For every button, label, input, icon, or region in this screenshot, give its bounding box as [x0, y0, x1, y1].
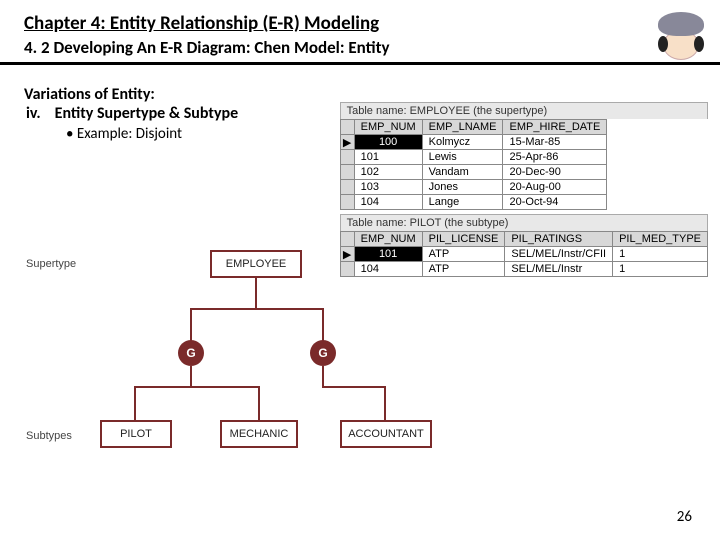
section-title: 4. 2 Developing An E-R Diagram: Chen Mod… — [24, 37, 696, 58]
column-header: EMP_NUM — [354, 120, 422, 135]
list-point: Entity Supertype & Subtype — [55, 104, 239, 123]
column-header: PIL_MED_TYPE — [613, 232, 708, 247]
column-header: EMP_HIRE_DATE — [503, 120, 607, 135]
column-header: PIL_LICENSE — [422, 232, 505, 247]
entity-accountant: ACCOUNTANT — [340, 420, 432, 448]
chapter-title: Chapter 4: Entity Relationship (E-R) Mod… — [24, 12, 696, 35]
page-number: 26 — [677, 508, 692, 526]
column-header: EMP_NUM — [354, 232, 422, 247]
employee-table: EMP_NUMEMP_LNAMEEMP_HIRE_DATE ▶100Kolmyc… — [340, 119, 608, 210]
entity-employee: EMPLOYEE — [210, 250, 302, 278]
pilot-table-caption: Table name: PILOT (the subtype) — [340, 214, 708, 231]
table-row: 101Lewis25-Apr-86 — [340, 150, 607, 165]
table-row: ▶100Kolmycz15-Mar-85 — [340, 135, 607, 150]
column-header: PIL_RATINGS — [505, 232, 613, 247]
table-row: 104Lange20-Oct-94 — [340, 195, 607, 210]
table-row: 102Vandam20-Dec-90 — [340, 165, 607, 180]
employee-table-caption: Table name: EMPLOYEE (the supertype) — [340, 102, 708, 119]
column-header: EMP_LNAME — [422, 120, 503, 135]
er-diagram: Supertype Subtypes EMPLOYEE PILOT MECHAN… — [20, 250, 500, 470]
table-row: 103Jones20-Aug-00 — [340, 180, 607, 195]
disjoint-g-left: G — [178, 340, 204, 366]
entity-pilot: PILOT — [100, 420, 172, 448]
entity-mechanic: MECHANIC — [220, 420, 298, 448]
avatar-illustration — [654, 14, 708, 68]
disjoint-g-right: G — [310, 340, 336, 366]
subtype-label: Subtypes — [26, 430, 72, 442]
supertype-label: Supertype — [26, 258, 76, 270]
list-number: iv. — [26, 104, 41, 123]
